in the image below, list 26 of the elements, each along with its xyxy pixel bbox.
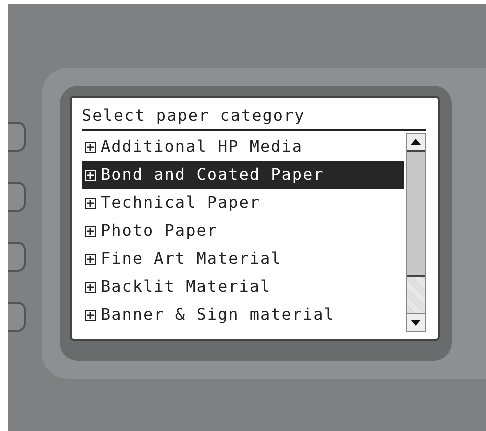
down-arrow-icon [411, 320, 421, 326]
scroll-thumb[interactable] [407, 152, 425, 277]
category-item[interactable]: Bond and Coated Paper [82, 161, 404, 189]
category-label: Backlit Material [101, 277, 272, 297]
plus-box-icon [85, 170, 96, 180]
category-label: Photo Paper [101, 221, 218, 241]
category-label: Fine Art Material [101, 249, 282, 269]
up-arrow-icon [411, 139, 421, 145]
plus-box-icon [85, 226, 96, 236]
plus-box-icon [85, 282, 96, 292]
plus-box-icon [85, 142, 96, 152]
scroll-down-button[interactable] [407, 313, 425, 331]
scrollbar[interactable] [406, 133, 426, 332]
plus-box-icon [85, 254, 96, 264]
side-button[interactable] [8, 122, 26, 152]
category-label: Banner & Sign material [101, 305, 335, 325]
category-label: Bond and Coated Paper [101, 165, 324, 185]
side-button[interactable] [8, 242, 26, 272]
plus-box-icon [85, 198, 96, 208]
side-button[interactable] [8, 182, 26, 212]
scroll-up-button[interactable] [407, 134, 425, 152]
category-label: Technical Paper [101, 193, 260, 213]
screen-title: Select paper category [82, 106, 306, 126]
plus-box-icon [85, 310, 96, 320]
category-label: Additional HP Media [101, 137, 304, 157]
side-button[interactable] [8, 302, 26, 332]
